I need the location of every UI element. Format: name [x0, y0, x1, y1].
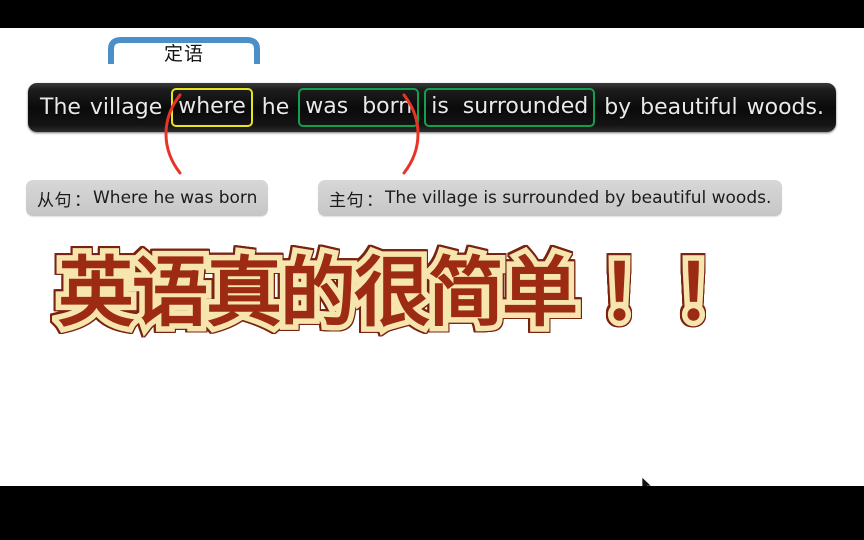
subordinate-clause-separator: ： [74, 190, 91, 211]
sentence-word-by: by [604, 94, 632, 120]
sentence-bar: The village where he was born is surroun… [28, 83, 836, 132]
sentence-word-he: he [261, 94, 290, 120]
sentence-word-woods: woods. [746, 94, 824, 120]
sentence-word-village: village [89, 94, 163, 120]
main-clause-pill: 主句 ： The village is surrounded by beauti… [318, 180, 783, 216]
main-clause-separator: ： [366, 190, 383, 211]
headline-text: 英语真的很简单 ！！ [53, 243, 756, 343]
letterbox-bottom [0, 486, 864, 540]
main-clause-cn-label: 主句 [329, 190, 364, 211]
attributive-label: 定语 [163, 43, 204, 65]
sentence-word-the: The [40, 94, 81, 120]
video-frame: 定语 The village where he was born is surr… [0, 0, 864, 540]
slide-canvas: 定语 The village where he was born is surr… [0, 28, 864, 486]
main-clause-text: The village is surrounded by beautiful w… [385, 188, 772, 208]
subordinate-clause-cn-label: 从句 [37, 190, 72, 211]
attributive-annotation-group: 定语 [108, 36, 260, 80]
sentence-phrase-is-surrounded-highlight: is surrounded [424, 88, 596, 127]
subordinate-clause-pill: 从句 ： Where he was born [26, 180, 269, 216]
letterbox-top [0, 0, 864, 28]
subordinate-clause-text: Where he was born [93, 188, 258, 208]
red-close-paren-icon [402, 93, 420, 175]
mouse-pointer-icon [641, 476, 653, 486]
red-open-paren-icon [164, 93, 182, 175]
sentence-word-beautiful: beautiful [640, 94, 738, 120]
